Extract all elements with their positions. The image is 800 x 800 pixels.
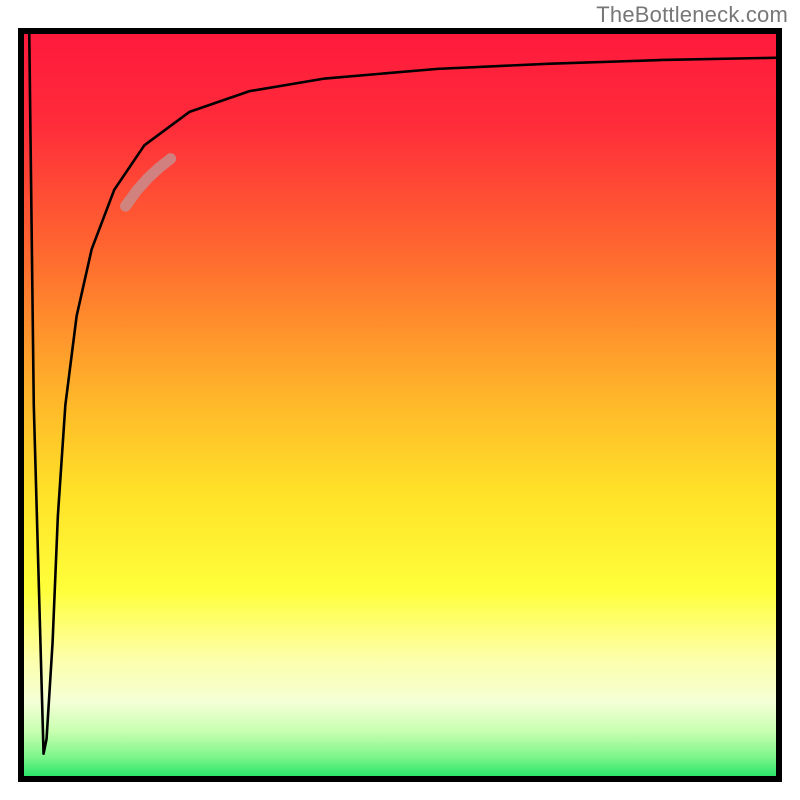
highlight-segment <box>126 159 171 206</box>
watermark-text: TheBottleneck.com <box>596 2 788 28</box>
plot-area <box>18 28 782 782</box>
chart-container: TheBottleneck.com <box>0 0 800 800</box>
curve-layer <box>24 34 776 776</box>
main-curve <box>29 34 776 754</box>
